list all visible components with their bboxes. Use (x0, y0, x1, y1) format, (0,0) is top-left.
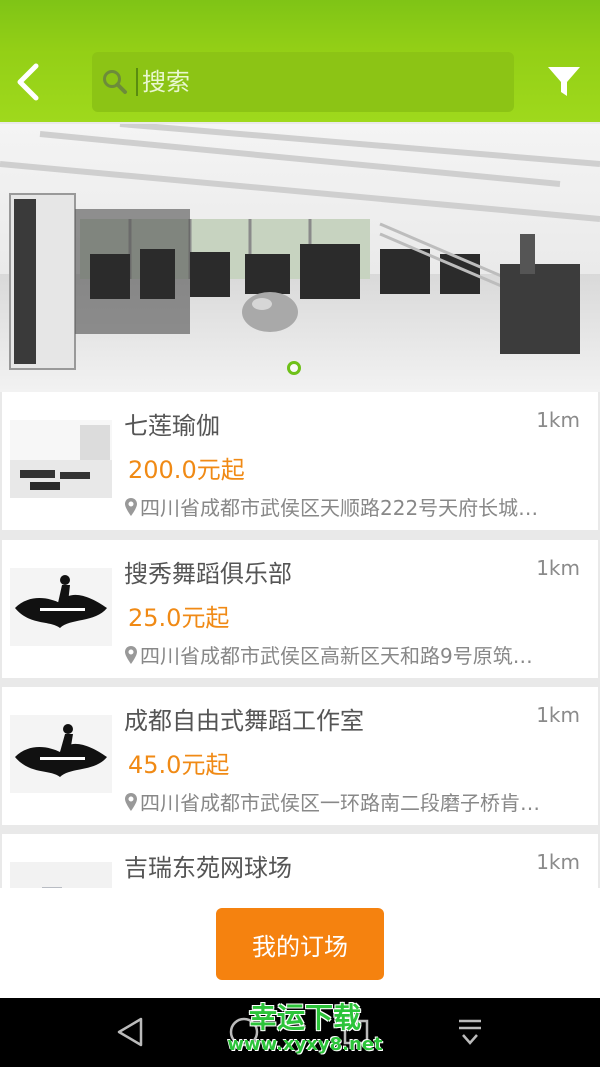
venue-name: 吉瑞东苑网球场 (124, 854, 292, 882)
top-app-bar (0, 0, 600, 122)
my-booking-button[interactable]: 我的订场 (216, 908, 384, 980)
back-triangle-icon (117, 1017, 143, 1047)
nav-notification-button[interactable] (448, 1012, 492, 1052)
venue-thumbnail (10, 420, 112, 498)
watermark-title: 幸运下载 (248, 1001, 361, 1034)
venue-price: 25.0元起 (128, 604, 230, 632)
search-bar[interactable] (92, 52, 514, 112)
filter-button[interactable] (542, 60, 586, 104)
watermark-url: www.xyxy8.net (227, 1034, 383, 1055)
venue-address-text: 四川省成都市武侯区天顺路222号天府长城… (140, 496, 539, 520)
venue-distance: 1km (536, 408, 580, 432)
venue-name: 成都自由式舞蹈工作室 (124, 707, 364, 735)
search-input[interactable] (136, 68, 476, 96)
notification-pull-icon (459, 1019, 481, 1045)
watermark-logo: 幸运下载 www.xyxy8.net (220, 1002, 390, 1056)
venue-address-text: 四川省成都市武侯区一环路南二段磨子桥肯… (140, 791, 540, 815)
venue-card[interactable]: 吉瑞东苑网球场 1km (2, 834, 598, 888)
venue-address: 四川省成都市武侯区一环路南二段磨子桥肯… (124, 787, 594, 816)
filter-funnel-icon (548, 67, 580, 96)
carousel-indicator-dot[interactable] (287, 361, 301, 375)
banner-carousel[interactable] (0, 124, 600, 392)
venue-address-text: 四川省成都市武侯区高新区天和路9号原筑… (140, 644, 533, 668)
venue-address: 四川省成都市武侯区天顺路222号天府长城… (124, 492, 594, 521)
gym-interior-image (0, 124, 600, 392)
venue-thumbnail (10, 715, 112, 793)
nav-back-button[interactable] (108, 1012, 152, 1052)
venue-distance: 1km (536, 556, 580, 580)
search-icon (100, 67, 130, 97)
venue-name: 七莲瑜伽 (124, 412, 220, 440)
venue-card[interactable]: 成都自由式舞蹈工作室 1km 45.0元起 四川省成都市武侯区一环路南二段磨子桥… (2, 687, 598, 825)
location-pin-icon (125, 792, 137, 811)
venue-card[interactable]: 搜秀舞蹈俱乐部 1km 25.0元起 四川省成都市武侯区高新区天和路9号原筑… (2, 540, 598, 678)
location-pin-icon (125, 645, 137, 664)
venue-card[interactable]: 七莲瑜伽 1km 200.0元起 四川省成都市武侯区天顺路222号天府长城… (2, 392, 598, 530)
venue-price: 45.0元起 (128, 751, 230, 779)
back-button[interactable] (10, 60, 46, 104)
venue-distance: 1km (536, 703, 580, 727)
location-pin-icon (125, 497, 137, 516)
venue-thumbnail (10, 568, 112, 646)
venue-distance: 1km (536, 850, 580, 874)
venue-thumbnail (10, 862, 112, 888)
venue-address: 四川省成都市武侯区高新区天和路9号原筑… (124, 640, 594, 669)
venue-name: 搜秀舞蹈俱乐部 (124, 560, 292, 588)
venue-list[interactable]: 七莲瑜伽 1km 200.0元起 四川省成都市武侯区天顺路222号天府长城… 搜… (0, 392, 600, 888)
bottom-action-bar: 我的订场 (0, 888, 600, 998)
venue-price: 200.0元起 (128, 456, 245, 484)
chevron-left-icon (17, 63, 39, 101)
